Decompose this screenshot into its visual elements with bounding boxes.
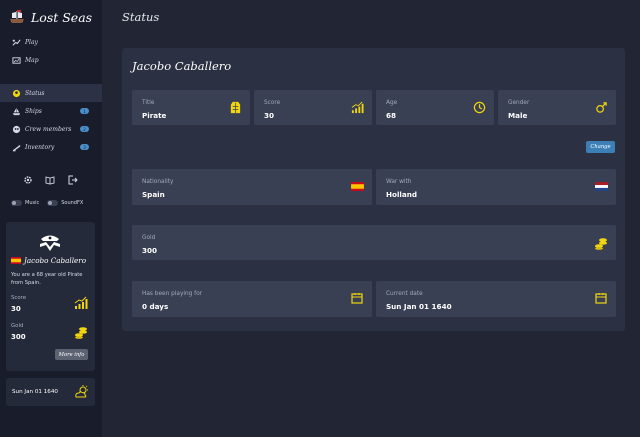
player-description: You are a 68 year old Pirate from Spain. [11, 272, 83, 286]
inventory-count-badge: 3 [80, 144, 89, 150]
gender-label: Gender [508, 100, 530, 106]
gold-coins-icon [594, 236, 608, 250]
top-nav: Play Map [0, 33, 102, 69]
score-chart-icon [74, 296, 88, 309]
war-box: War with Holland [376, 169, 616, 205]
nationality-box: Nationality Spain [132, 169, 372, 205]
settings-icon[interactable] [22, 174, 33, 185]
nav-map[interactable]: Map [0, 51, 102, 69]
gender-value: Male [508, 111, 528, 120]
app-title: Lost Seas [31, 9, 93, 25]
inventory-icon [11, 142, 21, 152]
date-card: Sun Jan 01 1640 [6, 378, 95, 406]
player-gold-label: Gold [11, 323, 24, 329]
gold-label: Gold [142, 235, 156, 241]
war-value: Holland [386, 190, 417, 199]
sound-toggles: Music SoundFX [11, 200, 83, 206]
character-name: Jacobo Caballero [132, 59, 232, 73]
nav-status[interactable]: Status [0, 84, 102, 102]
player-card: Jacobo Caballero You are a 68 year old P… [6, 222, 95, 371]
current-date-box: Current date Sun Jan 01 1640 [376, 281, 616, 317]
score-label: Score [264, 100, 281, 106]
gold-value: 300 [142, 246, 158, 255]
date-label: Current date [386, 291, 423, 297]
sidebar-date: Sun Jan 01 1640 [12, 389, 58, 395]
weather-icon [75, 385, 88, 398]
gold-box: Gold 300 [132, 225, 616, 260]
date-value: Sun Jan 01 1640 [386, 302, 452, 311]
crew-count-badge: 2 [80, 126, 89, 132]
status-panel: Jacobo Caballero Title Pirate Score 30 A… [122, 48, 625, 331]
tool-bar [22, 174, 78, 185]
crew-icon [11, 124, 21, 134]
nav-crew[interactable]: Crew members 2 [0, 120, 102, 138]
playing-value: 0 days [142, 302, 169, 311]
ship-logo-icon [10, 10, 24, 23]
ships-count-badge: 1 [80, 108, 89, 114]
netherlands-flag-icon [594, 179, 608, 193]
app-logo[interactable]: Lost Seas [9, 8, 92, 26]
pirate-avatar-icon [40, 235, 60, 251]
nationality-label: Nationality [142, 179, 174, 185]
sidebar: Lost Seas Play Map Status Ships 1 Crew m… [0, 0, 102, 437]
nav-status-label: Status [25, 89, 45, 97]
change-gender-button[interactable]: Change [586, 141, 615, 153]
page-title: Status [122, 10, 160, 24]
music-toggle[interactable] [11, 200, 22, 206]
main-nav: Status Ships 1 Crew members 2 Inventory … [0, 84, 102, 156]
title-value: Pirate [142, 111, 167, 120]
logout-icon[interactable] [67, 174, 78, 185]
calendar-icon [350, 291, 364, 305]
nav-play-label: Play [25, 38, 38, 46]
gender-box: Gender Male [498, 90, 616, 125]
more-info-button[interactable]: More info [55, 349, 88, 360]
nav-inventory[interactable]: Inventory 3 [0, 138, 102, 156]
player-name-text: Jacobo Caballero [24, 256, 87, 265]
play-icon [11, 37, 21, 47]
playing-time-box: Has been playing for 0 days [132, 281, 372, 317]
nationality-value: Spain [142, 190, 165, 199]
player-name: Jacobo Caballero [11, 256, 86, 265]
age-label: Age [386, 100, 398, 106]
book-icon[interactable] [45, 174, 56, 185]
player-score-value: 30 [11, 305, 21, 313]
player-score-label: Score [11, 295, 27, 301]
nav-ships[interactable]: Ships 1 [0, 102, 102, 120]
map-icon [11, 55, 21, 65]
nav-crew-label: Crew members [25, 125, 72, 133]
score-chart-icon [350, 100, 364, 114]
nav-ships-label: Ships [25, 107, 42, 115]
clock-icon [472, 100, 486, 114]
pirate-coat-icon [228, 100, 242, 114]
age-box: Age 68 [376, 90, 494, 125]
score-value: 30 [264, 111, 275, 120]
status-icon [11, 88, 21, 98]
spain-flag-icon [11, 257, 21, 264]
nav-play[interactable]: Play [0, 33, 102, 51]
playing-label: Has been playing for [142, 291, 203, 297]
title-box: Title Pirate [132, 90, 250, 125]
male-icon [594, 100, 608, 114]
gold-coins-icon [75, 327, 87, 339]
title-label: Title [142, 100, 155, 106]
ship-icon [11, 106, 21, 116]
player-gold-value: 300 [11, 333, 26, 341]
soundfx-label: SoundFX [61, 200, 84, 206]
nav-map-label: Map [25, 56, 39, 64]
war-label: War with [386, 179, 412, 185]
nav-inventory-label: Inventory [25, 143, 55, 151]
spain-flag-icon [350, 179, 364, 193]
music-label: Music [25, 200, 40, 206]
soundfx-toggle[interactable] [47, 200, 59, 206]
calendar-icon [594, 291, 608, 305]
age-value: 68 [386, 111, 397, 120]
score-box: Score 30 [254, 90, 372, 125]
